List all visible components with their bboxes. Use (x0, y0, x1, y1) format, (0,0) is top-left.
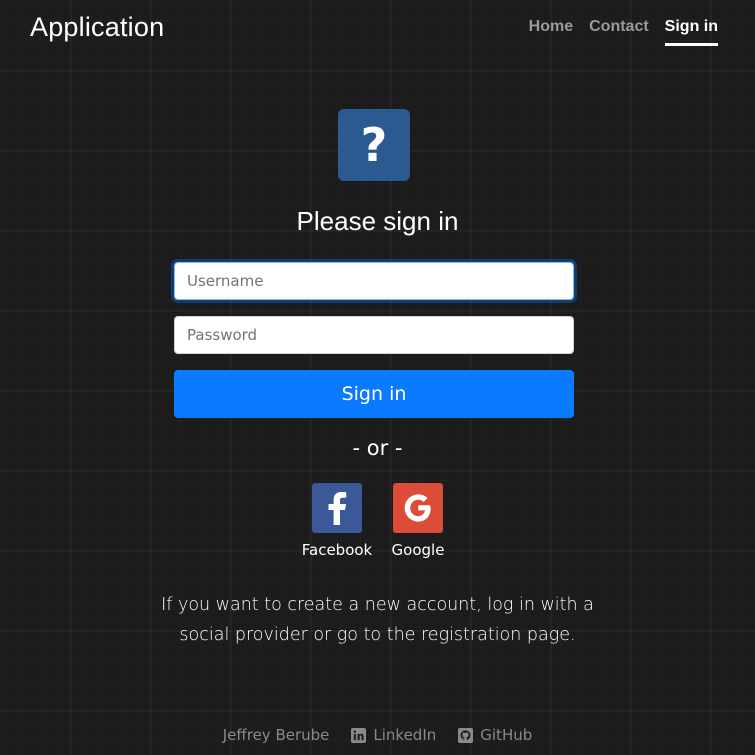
google-login-button[interactable]: Google (373, 483, 463, 559)
github-icon (458, 727, 474, 743)
nav-item-sign-in[interactable]: Sign in (664, 18, 718, 46)
nav-item-contact[interactable]: Contact (589, 18, 649, 46)
sign-in-button[interactable]: Sign in (174, 370, 574, 418)
logo-glyph: ? (360, 118, 388, 172)
google-label: Google (391, 541, 445, 559)
registration-info-text: If you want to create a new account, log… (161, 595, 594, 645)
nav-links: Home Contact Sign in (529, 18, 718, 46)
footer-github-label: GitHub (480, 726, 533, 744)
nav-item-home[interactable]: Home (529, 18, 573, 46)
google-icon (393, 483, 443, 533)
footer-github-link[interactable]: GitHub (458, 726, 532, 744)
facebook-icon (312, 483, 362, 533)
or-divider: - or - (352, 436, 403, 460)
question-mark-icon: ? (338, 109, 410, 181)
username-input[interactable] (174, 262, 574, 300)
footer-linkedin-label: LinkedIn (373, 726, 437, 744)
navbar: Application Home Contact Sign in (0, 0, 755, 60)
linkedin-icon (351, 727, 367, 743)
brand-title[interactable]: Application (30, 12, 164, 43)
footer-linkedin-link[interactable]: LinkedIn (351, 726, 436, 744)
footer-author: Jeffrey Berube (222, 726, 330, 744)
facebook-login-button[interactable]: Facebook (292, 483, 382, 559)
facebook-label: Facebook (301, 541, 373, 559)
page-title: Please sign in (296, 206, 459, 236)
footer: Jeffrey Berube LinkedIn GitHub (0, 726, 755, 744)
password-input[interactable] (174, 316, 574, 354)
